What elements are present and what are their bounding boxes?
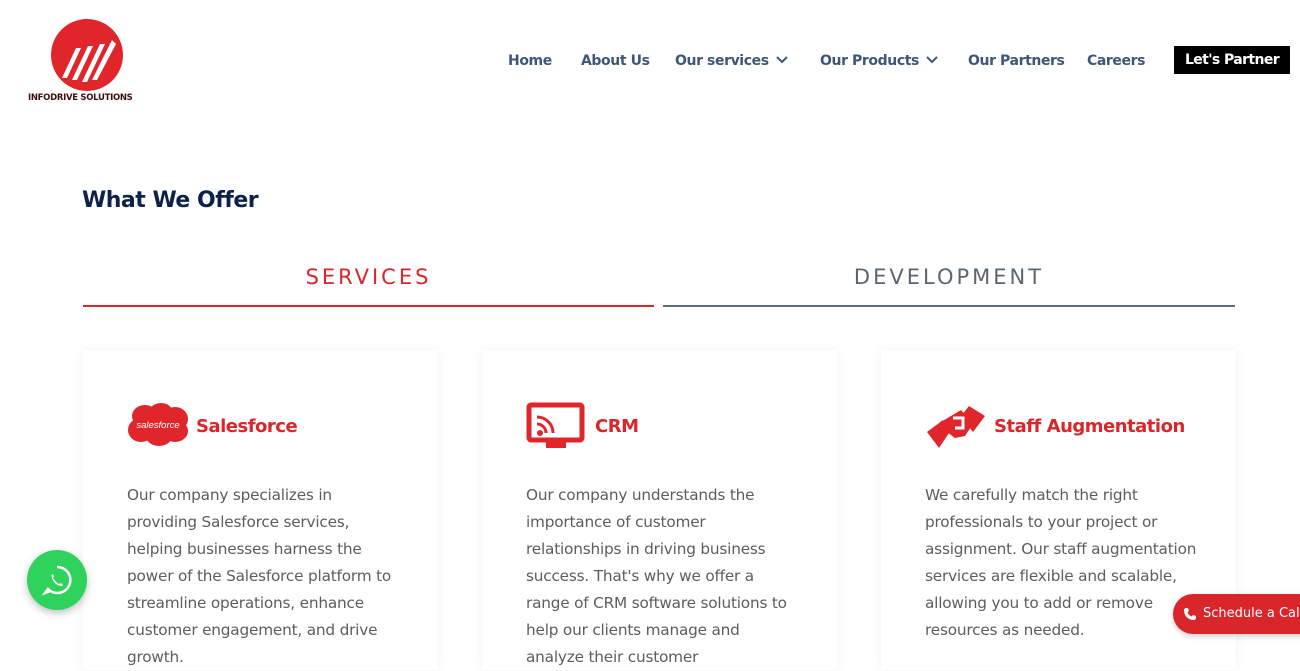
schedule-call-button[interactable]: Schedule a Call <box>1173 594 1300 634</box>
section-title: What We Offer <box>82 188 259 213</box>
schedule-call-label: Schedule a Call <box>1203 606 1300 621</box>
lets-partner-button[interactable]: Let's Partner <box>1174 46 1290 74</box>
nav-home[interactable]: Home <box>508 47 552 75</box>
card-description-staff-augmentation: We carefully match the right professiona… <box>925 486 1197 639</box>
card-title-crm: CRM <box>595 416 639 437</box>
card-description-crm: Our company understands the importance o… <box>526 486 787 666</box>
tab-development-label: DEVELOPMENT <box>853 265 1045 289</box>
whatsapp-icon <box>41 565 72 596</box>
service-card-salesforce: salesforce Salesforce Our company specia… <box>83 350 438 670</box>
nav-careers[interactable]: Careers <box>1087 47 1145 75</box>
site-header: INFODRIVE SOLUTIONS Home About Us Our se… <box>0 0 1300 120</box>
logo-mark-icon <box>51 19 123 91</box>
crm-icon <box>526 402 588 452</box>
nav-about-us[interactable]: About Us <box>581 47 650 75</box>
tab-services[interactable]: SERVICES <box>83 265 654 307</box>
nav-our-services[interactable]: Our services <box>675 47 789 75</box>
nav-our-products-label: Our Products <box>820 53 919 69</box>
handshake-icon <box>925 402 987 452</box>
card-description-salesforce: Our company specializes in providing Sal… <box>127 486 392 666</box>
tab-services-label: SERVICES <box>305 265 432 289</box>
whatsapp-chat-button[interactable] <box>27 550 87 610</box>
service-card-crm: CRM Our company understands the importan… <box>482 350 837 670</box>
salesforce-icon-text: salesforce <box>136 420 179 431</box>
chevron-down-icon <box>925 47 939 75</box>
card-title-staff-augmentation: Staff Augmentation <box>994 416 1185 437</box>
nav-our-services-label: Our services <box>675 53 769 69</box>
card-title-salesforce: Salesforce <box>196 416 298 437</box>
chevron-down-icon <box>775 47 789 75</box>
brand-logo[interactable]: INFODRIVE SOLUTIONS <box>28 18 146 108</box>
nav-our-partners[interactable]: Our Partners <box>968 47 1065 75</box>
brand-name: INFODRIVE SOLUTIONS <box>28 93 133 103</box>
phone-icon <box>1184 608 1196 620</box>
nav-our-products[interactable]: Our Products <box>820 47 939 75</box>
salesforce-icon: salesforce <box>127 402 189 452</box>
tab-development[interactable]: DEVELOPMENT <box>663 265 1235 307</box>
